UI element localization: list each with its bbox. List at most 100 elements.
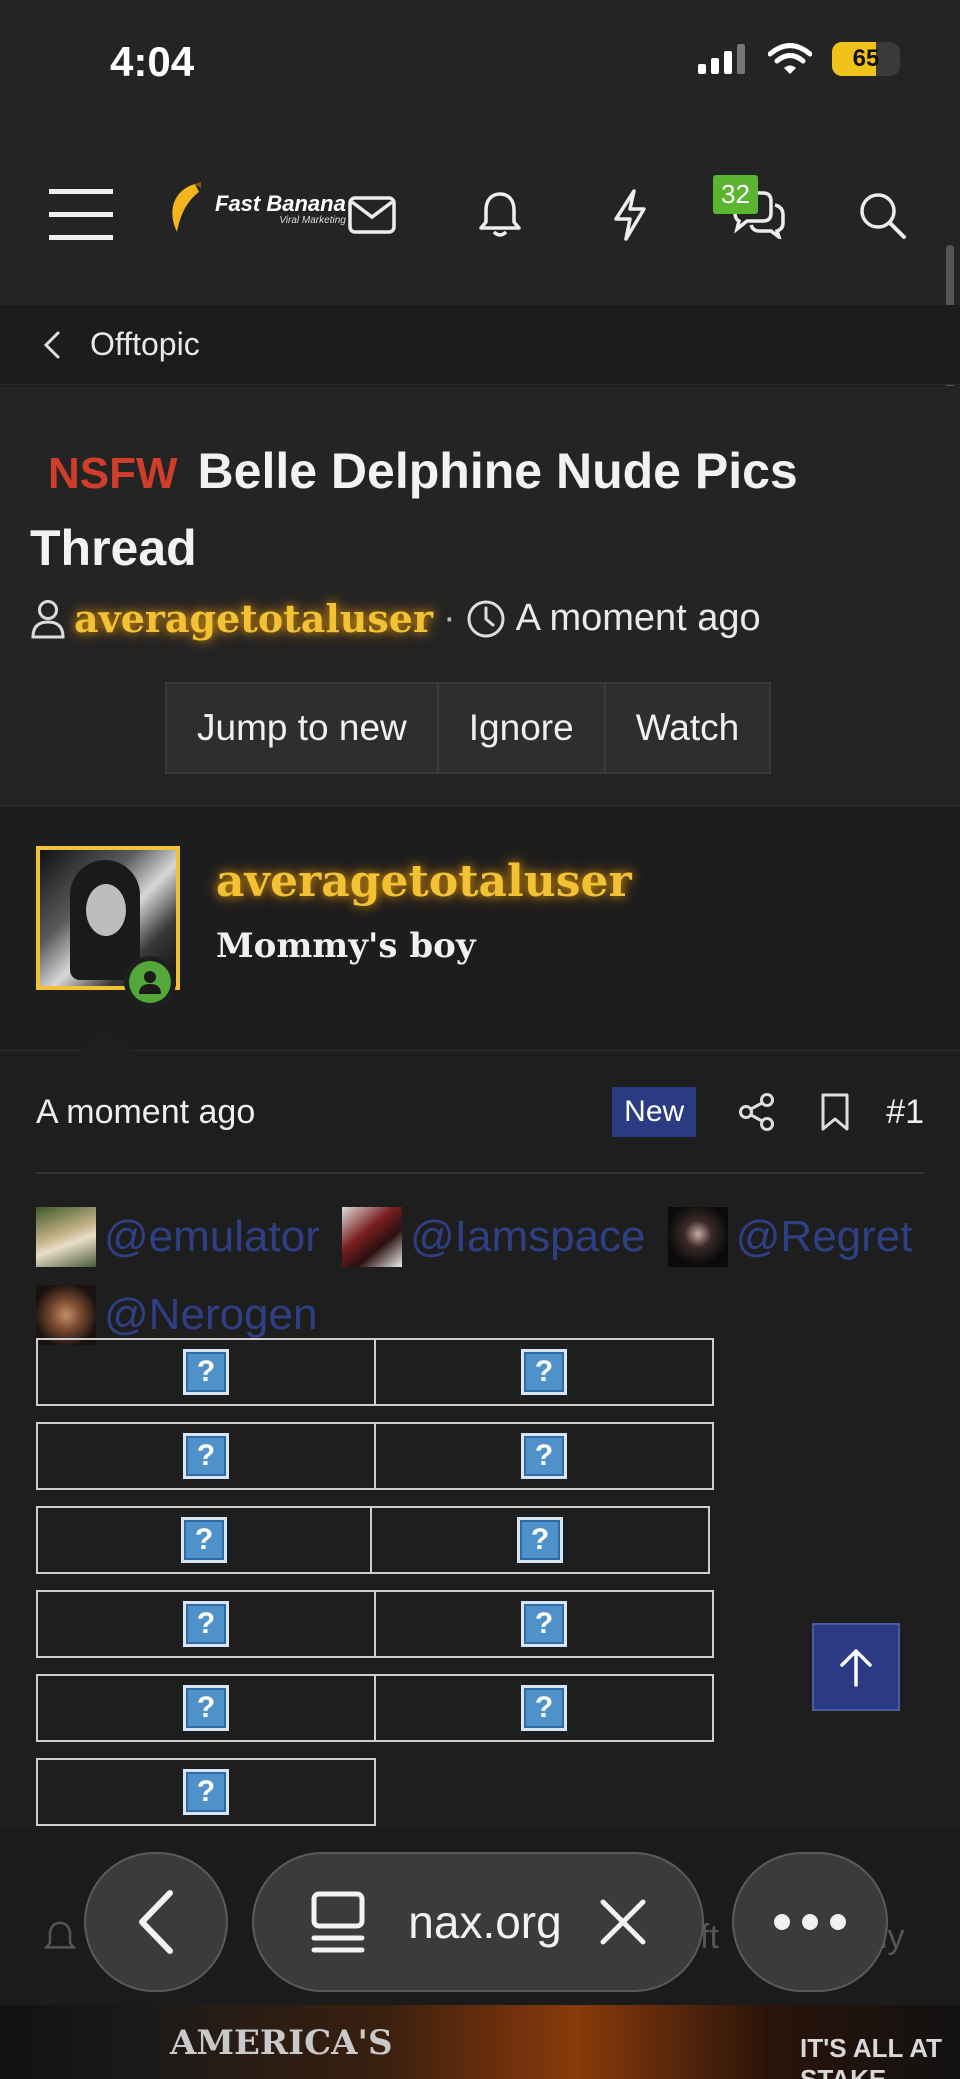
- clock-icon: [467, 600, 505, 637]
- broken-image-cell[interactable]: ?: [370, 1506, 710, 1574]
- broken-image-icon: ?: [181, 1517, 227, 1563]
- logo-brand-text: Fast Banana: [215, 190, 346, 216]
- share-button[interactable]: [730, 1085, 784, 1139]
- watch-button[interactable]: Watch: [603, 682, 772, 774]
- mention-link: @Iamspace: [410, 1212, 646, 1261]
- menu-button[interactable]: [46, 180, 116, 250]
- user-title: Mommy's boy: [216, 926, 476, 966]
- share-icon: [739, 1093, 775, 1131]
- message-pointer: [78, 1030, 134, 1052]
- cellular-signal-icon: [698, 44, 745, 74]
- broken-image-cell[interactable]: ?: [36, 1506, 372, 1574]
- broken-image-icon: ?: [183, 1601, 229, 1647]
- broken-image-icon: ?: [521, 1433, 567, 1479]
- jump-to-new-button[interactable]: Jump to new: [165, 682, 439, 774]
- site-logo[interactable]: Fast Banana Viral Marketing: [165, 182, 346, 236]
- inbox-button[interactable]: [337, 180, 407, 250]
- mention-link: @Regret: [735, 1212, 913, 1261]
- mention-avatar: [36, 1285, 96, 1345]
- post-author-block: averagetotaluser Mommy's boy: [0, 808, 960, 1051]
- nsfw-prefix-label[interactable]: NSFW: [48, 449, 178, 498]
- broken-image-icon: ?: [521, 1685, 567, 1731]
- status-icons: 65: [698, 42, 900, 76]
- thread-title: NSFW Belle Delphine Nude Pics Thread: [30, 434, 910, 586]
- mention-nerogen[interactable]: @Nerogen: [36, 1284, 317, 1346]
- envelope-icon: [348, 196, 396, 234]
- bookmark-button[interactable]: [808, 1085, 862, 1139]
- close-icon[interactable]: [598, 1897, 648, 1947]
- search-icon: [860, 193, 906, 239]
- banana-logo-icon: [172, 182, 201, 232]
- battery-indicator: 65: [832, 42, 900, 76]
- battery-percent: 65: [852, 45, 880, 72]
- chevron-left-icon: [43, 331, 60, 358]
- scroll-to-top-button[interactable]: [812, 1623, 900, 1711]
- mention-avatar: [667, 1207, 728, 1267]
- status-bar: 4:04 65: [0, 0, 960, 130]
- thread-author-link[interactable]: averagetotaluser: [74, 596, 433, 641]
- broken-image-cell[interactable]: ?: [36, 1758, 376, 1826]
- mention-iamspace[interactable]: @Iamspace: [342, 1206, 646, 1268]
- broken-image-cell[interactable]: ?: [374, 1674, 714, 1742]
- ignore-button[interactable]: Ignore: [436, 682, 606, 774]
- post-number[interactable]: #1: [886, 1093, 924, 1132]
- post-time[interactable]: A moment ago: [36, 1093, 612, 1132]
- logo-tagline: Viral Marketing: [279, 214, 346, 226]
- broken-image-cell[interactable]: ?: [374, 1590, 714, 1658]
- ad-headline: AMERICA'S: [170, 2023, 393, 2063]
- alerts-button[interactable]: [465, 180, 535, 250]
- wifi-icon: [768, 43, 812, 74]
- browser-url: nax.org: [408, 1896, 562, 1948]
- chevron-left-icon: [139, 1890, 173, 1954]
- meta-separator: ·: [443, 597, 456, 639]
- whats-new-button[interactable]: [595, 180, 665, 250]
- mention-link: @emulator: [104, 1212, 320, 1261]
- browser-more-button[interactable]: [732, 1852, 888, 1992]
- status-time: 4:04: [110, 38, 195, 85]
- app-header: [0, 130, 960, 305]
- broken-image-icon: ?: [521, 1349, 567, 1395]
- ad-banner[interactable]: AMERICA'S IT'S ALL AT STAKE: [0, 2005, 960, 2079]
- broken-image-icon: ?: [521, 1601, 567, 1647]
- breadcrumb[interactable]: Offtopic: [0, 305, 960, 385]
- broken-image-icon: ?: [183, 1769, 229, 1815]
- browser-back-button[interactable]: [84, 1852, 228, 1992]
- broken-image-cell[interactable]: ?: [36, 1422, 376, 1490]
- online-status-badge: [124, 956, 176, 1008]
- ad-tagline: IT'S ALL AT STAKE: [800, 2033, 942, 2079]
- mention-avatar: [36, 1207, 96, 1267]
- user-icon: [31, 599, 65, 638]
- arrow-up-icon: [840, 1649, 872, 1687]
- broken-image-cell[interactable]: ?: [374, 1422, 714, 1490]
- broken-image-icon: ?: [183, 1433, 229, 1479]
- breadcrumb-label: Offtopic: [90, 326, 200, 362]
- lightning-icon: [614, 189, 646, 241]
- tab-overview-icon: [311, 1891, 365, 1953]
- bookmark-icon: [821, 1093, 849, 1131]
- mention-regret[interactable]: @Regret: [667, 1206, 913, 1268]
- search-button[interactable]: [847, 180, 917, 250]
- thread-actions: Jump to new Ignore Watch: [165, 682, 772, 774]
- mention-link: @Nerogen: [104, 1290, 318, 1339]
- new-badge: New: [612, 1087, 697, 1137]
- broken-image-cell[interactable]: ?: [36, 1338, 376, 1406]
- mention-emulator[interactable]: @emulator: [36, 1206, 320, 1268]
- post-author-name[interactable]: averagetotaluser: [216, 856, 632, 907]
- mention-avatar: [342, 1207, 403, 1267]
- more-dots-icon: [774, 1914, 846, 1930]
- bell-icon: [479, 192, 521, 237]
- post-header: A moment ago New #1: [36, 1052, 924, 1174]
- broken-image-cell[interactable]: ?: [374, 1338, 714, 1406]
- broken-image-icon: ?: [517, 1517, 563, 1563]
- broken-image-cell[interactable]: ?: [36, 1674, 376, 1742]
- thread-header: NSFW Belle Delphine Nude Pics Thread aver…: [0, 386, 960, 806]
- broken-image-icon: ?: [183, 1349, 229, 1395]
- online-user-icon: [139, 971, 161, 994]
- browser-address-bar[interactable]: nax.org: [252, 1852, 704, 1992]
- thread-time[interactable]: A moment ago: [516, 597, 761, 640]
- broken-image-icon: ?: [183, 1685, 229, 1731]
- avatar-face: [86, 884, 126, 936]
- bell-icon: [44, 1921, 76, 1949]
- hamburger-icon: [49, 189, 113, 240]
- broken-image-cell[interactable]: ?: [36, 1590, 376, 1658]
